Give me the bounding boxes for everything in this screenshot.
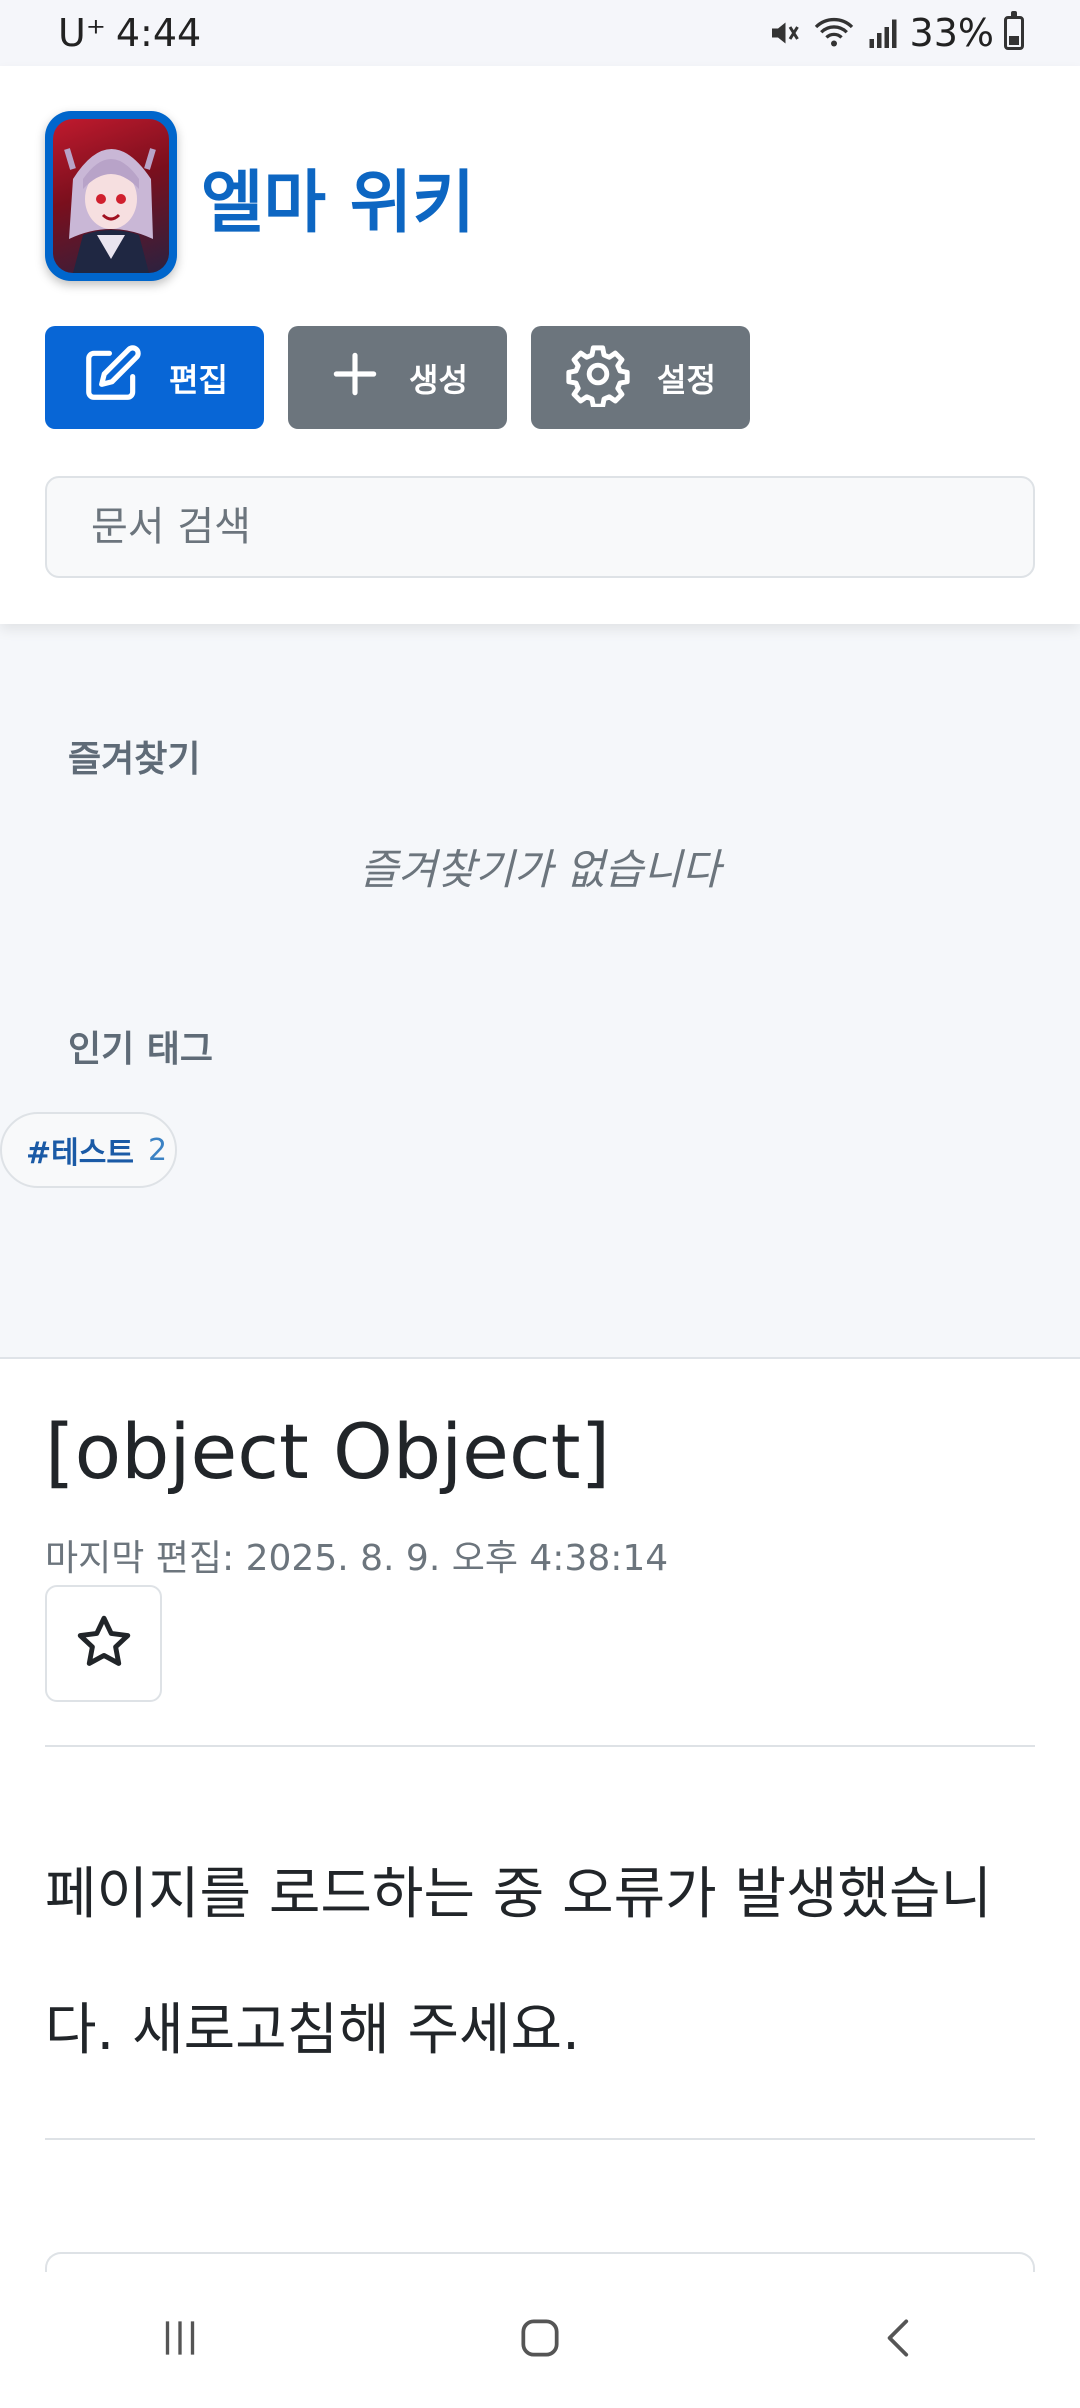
divider bbox=[45, 1745, 1035, 1747]
search-input[interactable] bbox=[45, 476, 1035, 578]
plus-icon bbox=[327, 346, 383, 410]
battery-percent: 33% bbox=[909, 11, 994, 55]
tag-count: 2 bbox=[147, 1132, 168, 1168]
favorite-button[interactable] bbox=[45, 1585, 162, 1702]
gear-icon bbox=[565, 341, 631, 415]
brand[interactable]: 엘마 위키 bbox=[45, 111, 475, 281]
signal-icon bbox=[866, 15, 900, 51]
document-area: [object Object] 마지막 편집: 2025. 8. 9. 오후 4… bbox=[0, 1359, 1080, 2292]
status-left: U⁺ 4:44 bbox=[58, 11, 201, 55]
create-button[interactable]: 생성 bbox=[288, 326, 507, 429]
favorites-empty-message: 즐겨찾기가 없습니다 bbox=[359, 845, 721, 894]
clock: 4:44 bbox=[115, 11, 202, 55]
home-button[interactable] bbox=[480, 2300, 600, 2380]
last-edited-timestamp: 마지막 편집: 2025. 8. 9. 오후 4:38:14 bbox=[45, 1538, 669, 1579]
tag-chip[interactable]: #테스트 2 bbox=[0, 1112, 177, 1188]
tag-name: #테스트 bbox=[26, 1136, 134, 1171]
app-title[interactable]: 엘마 위키 bbox=[201, 147, 475, 246]
settings-button[interactable]: 설정 bbox=[531, 326, 750, 429]
edit-icon bbox=[81, 343, 143, 413]
sidebar: 즐겨찾기 즐겨찾기가 없습니다 인기 태그 #테스트 2 bbox=[0, 624, 1080, 1359]
popular-tags-heading: 인기 태그 bbox=[68, 1029, 214, 1070]
error-message: 페이지를 로드하는 중 오류가 발생했습니다. 새로고침해 주세요. bbox=[45, 1862, 993, 2063]
back-icon bbox=[875, 2313, 925, 2367]
app-logo[interactable] bbox=[45, 111, 177, 281]
settings-button-label: 설정 bbox=[657, 360, 716, 399]
favorites-heading: 즐겨찾기 bbox=[68, 739, 201, 780]
star-icon bbox=[73, 1611, 135, 1677]
edit-button-label: 편집 bbox=[169, 360, 228, 399]
system-nav-bar bbox=[0, 2272, 1080, 2408]
status-bar: U⁺ 4:44 33% bbox=[0, 0, 1080, 66]
app-header: 엘마 위키 편집 생성 설정 bbox=[0, 66, 1080, 624]
page-title: [object Object] bbox=[45, 1407, 611, 1496]
status-right: 33% bbox=[766, 11, 1024, 55]
recent-apps-icon bbox=[155, 2313, 205, 2367]
app-logo-image bbox=[53, 119, 169, 273]
battery-icon bbox=[1004, 11, 1024, 50]
divider bbox=[45, 2138, 1035, 2140]
carrier-label: U⁺ bbox=[58, 11, 106, 55]
back-button[interactable] bbox=[840, 2300, 960, 2380]
recent-apps-button[interactable] bbox=[120, 2300, 240, 2380]
toolbar: 편집 생성 설정 bbox=[45, 326, 750, 429]
create-button-label: 생성 bbox=[409, 360, 468, 399]
edit-button[interactable]: 편집 bbox=[45, 326, 264, 429]
mute-icon bbox=[766, 15, 802, 51]
character-illustration-icon bbox=[64, 148, 156, 273]
home-icon bbox=[515, 2313, 565, 2367]
wifi-icon bbox=[812, 15, 856, 51]
